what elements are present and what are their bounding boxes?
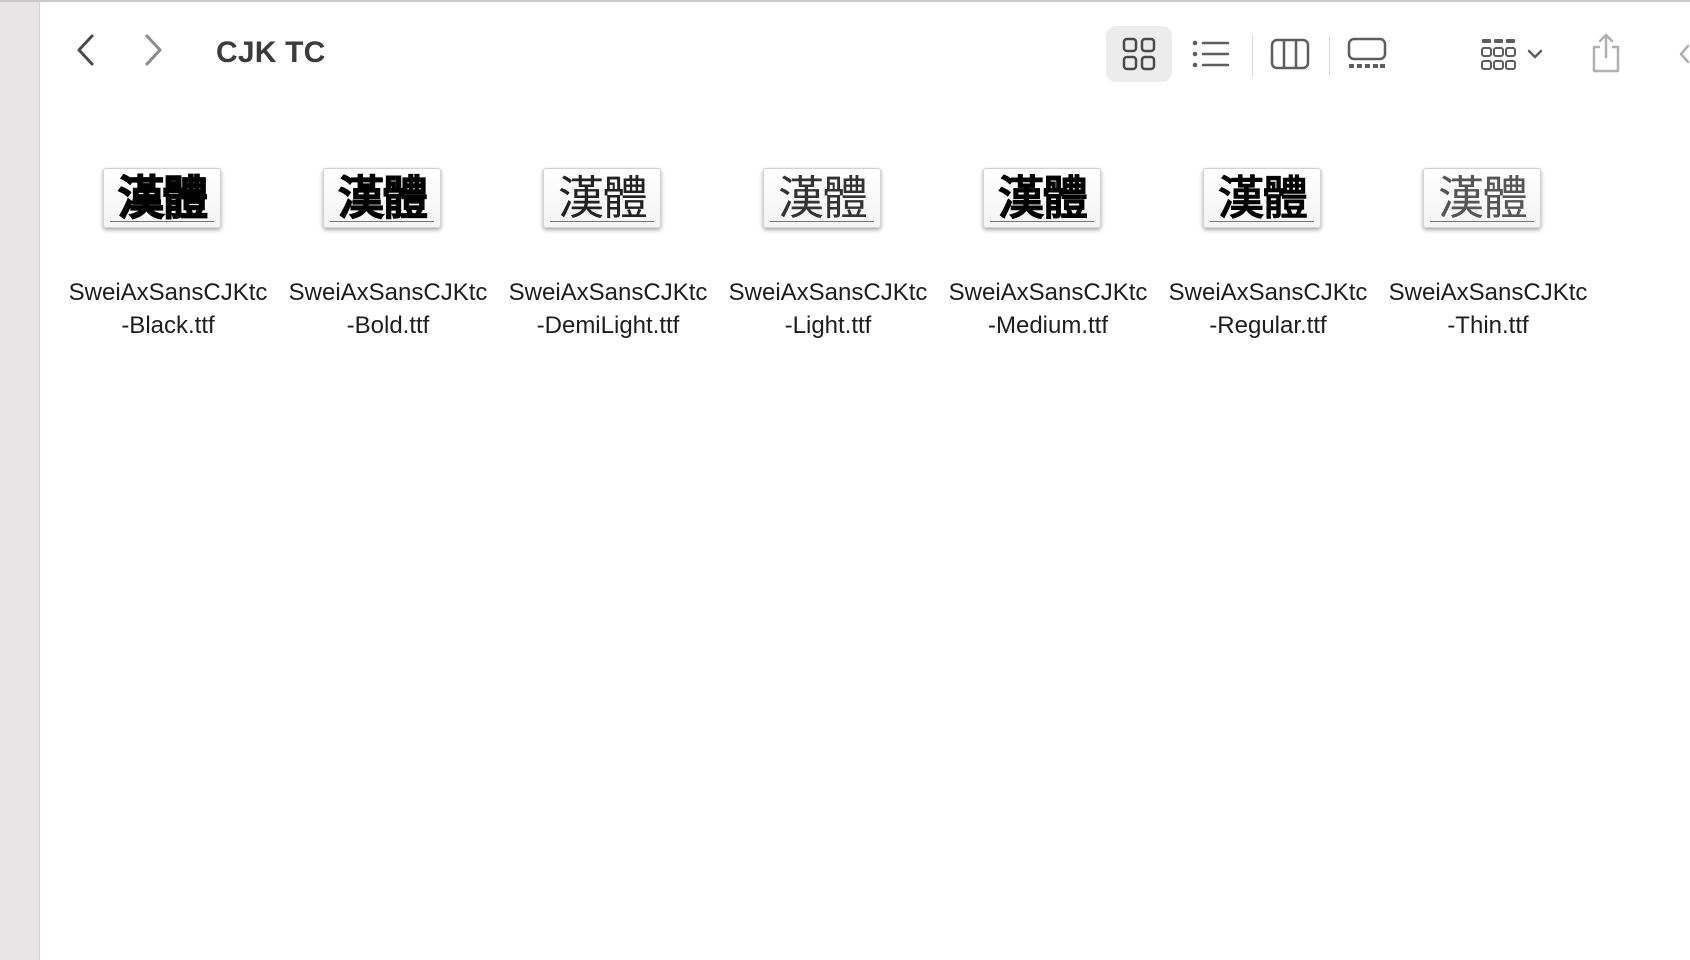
list-icon — [1192, 40, 1230, 68]
window-title: CJK TC — [216, 36, 326, 69]
font-preview-thumbnail: 漢體 — [543, 168, 661, 228]
font-preview-thumbnail: 漢體 — [1203, 168, 1321, 228]
file-item[interactable]: 漢體 SweiAxSansCJKtc -Light.ttf — [718, 150, 938, 350]
preview-baseline — [1430, 221, 1534, 222]
font-preview-thumbnail: 漢體 — [983, 168, 1101, 228]
preview-baseline — [770, 221, 874, 222]
toolbar-separator — [1252, 36, 1253, 76]
preview-baseline — [1210, 221, 1314, 222]
file-item[interactable]: 漢體 SweiAxSansCJKtc -Regular.ttf — [1158, 150, 1378, 350]
chevron-left-icon — [77, 34, 94, 66]
toolbar: CJK TC — [40, 2, 1690, 102]
file-grid: 漢體 SweiAxSansCJKtc -Black.ttf 漢體 SweiAxS… — [40, 150, 1690, 370]
file-item[interactable]: 漢體 SweiAxSansCJKtc -Black.ttf — [58, 150, 278, 350]
list-view-button[interactable] — [1178, 26, 1244, 82]
file-name[interactable]: SweiAxSansCJKtc -Bold.ttf — [278, 276, 498, 342]
font-preview-thumbnail: 漢體 — [763, 168, 881, 228]
share-icon — [1592, 33, 1620, 73]
font-preview-text: 漢體 — [998, 171, 1089, 225]
preview-baseline — [110, 221, 214, 222]
preview-baseline — [990, 221, 1094, 222]
preview-baseline — [550, 221, 654, 222]
file-item[interactable]: 漢體 SweiAxSansCJKtc -DemiLight.ttf — [498, 150, 718, 350]
forward-button[interactable] — [135, 32, 171, 68]
font-preview-thumbnail: 漢體 — [1423, 168, 1541, 228]
group-grid-icon — [1481, 39, 1516, 70]
font-preview-text: 漢體 — [1218, 171, 1308, 225]
font-preview-thumbnail: 漢體 — [323, 168, 441, 228]
font-preview-text: 漢體 — [558, 171, 648, 225]
chevron-down-icon — [1527, 49, 1543, 59]
font-preview-thumbnail: 漢體 — [103, 168, 221, 228]
file-name[interactable]: SweiAxSansCJKtc -Thin.ttf — [1378, 276, 1598, 342]
font-preview-text: 漢體 — [778, 171, 868, 225]
icon-view-button[interactable] — [1106, 26, 1172, 82]
file-item[interactable]: 漢體 SweiAxSansCJKtc -Thin.ttf — [1378, 150, 1598, 350]
file-item[interactable]: 漢體 SweiAxSansCJKtc -Medium.ttf — [938, 150, 1158, 350]
file-name[interactable]: SweiAxSansCJKtc -Black.ttf — [58, 276, 278, 342]
file-name[interactable]: SweiAxSansCJKtc -Medium.ttf — [938, 276, 1158, 342]
gallery-icon — [1347, 37, 1387, 68]
file-item[interactable]: 漢體 SweiAxSansCJKtc -Bold.ttf — [278, 150, 498, 350]
group-by-button[interactable] — [1480, 30, 1544, 78]
font-preview-text: 漢體 — [338, 171, 429, 225]
sidebar[interactable] — [0, 2, 40, 960]
chevron-right-icon — [145, 34, 162, 66]
toolbar-separator — [1329, 36, 1330, 76]
grid-icon — [1122, 37, 1156, 71]
file-name[interactable]: SweiAxSansCJKtc -DemiLight.ttf — [498, 276, 718, 342]
font-preview-text: 漢體 — [117, 171, 208, 225]
file-name[interactable]: SweiAxSansCJKtc -Light.ttf — [718, 276, 938, 342]
columns-icon — [1270, 38, 1310, 70]
gallery-view-button[interactable] — [1334, 26, 1400, 82]
overflow-chevron-icon[interactable] — [1676, 42, 1690, 66]
font-preview-text: 漢體 — [1438, 171, 1528, 225]
share-button[interactable] — [1584, 28, 1628, 78]
back-button[interactable] — [68, 32, 104, 68]
column-view-button[interactable] — [1257, 26, 1323, 82]
file-name[interactable]: SweiAxSansCJKtc -Regular.ttf — [1158, 276, 1378, 342]
preview-baseline — [330, 221, 434, 222]
